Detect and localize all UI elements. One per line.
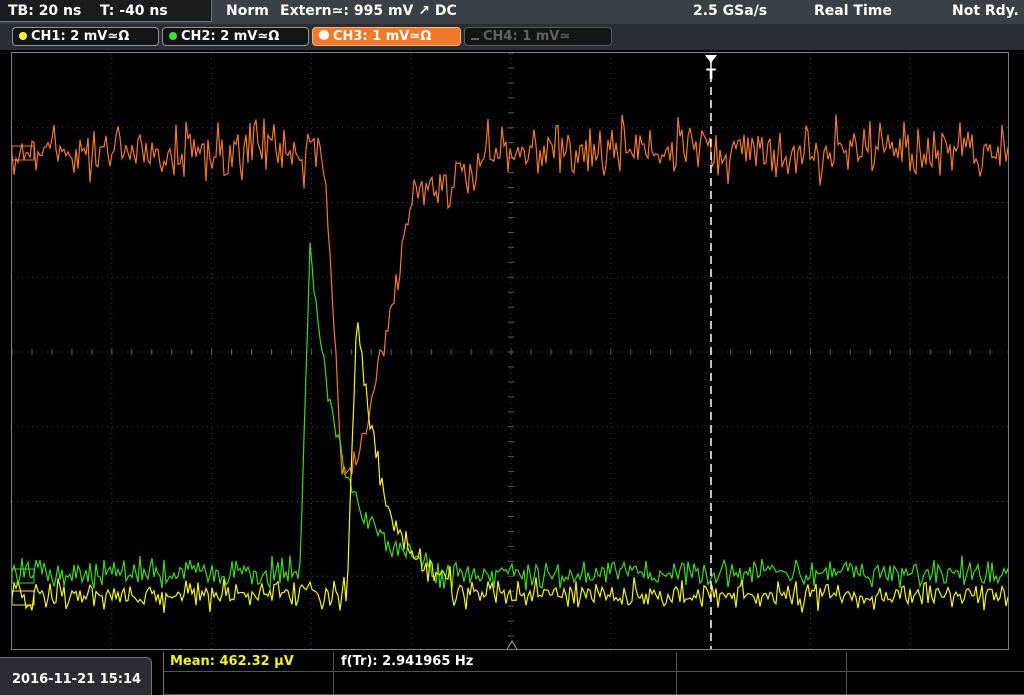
- measurement-cell-empty-4[interactable]: [334, 672, 677, 695]
- ch1-waveform: [12, 322, 1008, 613]
- channel-tab-ch2[interactable]: CH2: 2 mV≃Ω: [162, 27, 309, 46]
- measurement-cell-mean[interactable]: Mean: 462.32 µV: [164, 652, 334, 672]
- acquisition-mode-label[interactable]: Real Time: [814, 3, 892, 19]
- ch1-label: CH1: 2 mV≃Ω: [31, 29, 130, 44]
- ch2-label: CH2: 2 mV≃Ω: [181, 29, 280, 44]
- sample-rate-label[interactable]: 2.5 GSa/s: [693, 3, 767, 19]
- ch4-label: CH4: 1 mV≃: [483, 29, 571, 44]
- channel-tab-ch4[interactable]: CH4: 1 mV≃: [464, 27, 612, 46]
- channel-tab-ch3[interactable]: CH3: 1 mV≃Ω: [312, 27, 461, 46]
- channel-tab-ch1[interactable]: CH1: 2 mV≃Ω: [12, 27, 159, 46]
- datetime-box: 2016-11-21 15:14: [0, 657, 152, 695]
- ch2-indicator-icon: [169, 32, 177, 40]
- timebase-label[interactable]: TB: 20 ns: [8, 3, 81, 19]
- center-marker-icon: [506, 640, 518, 649]
- graticule: [12, 53, 1008, 649]
- ch3-label: CH3: 1 mV≃Ω: [333, 29, 432, 44]
- ch1-offset-marker[interactable]: [12, 590, 35, 606]
- trigger-position-icon[interactable]: [705, 55, 717, 63]
- datetime-label: 2016-11-21 15:14: [12, 672, 142, 687]
- measurement-cell-freq[interactable]: f(Tr): 2.941965 Hz: [334, 652, 677, 672]
- acquisition-status-label: Not Rdy.: [952, 3, 1019, 19]
- status-bar: TB: 20 ns T: -40 ns Norm Extern≃: 995 mV…: [0, 0, 1024, 24]
- waveform-display[interactable]: T: [11, 52, 1009, 650]
- trigger-source-label[interactable]: Extern≃: 995 mV ↗ DC: [280, 3, 457, 19]
- measurement-freq: f(Tr): 2.941965 Hz: [341, 654, 474, 669]
- ch3-indicator-icon: [319, 30, 329, 40]
- measurement-cell-empty-1[interactable]: [677, 652, 847, 672]
- trigger-time-label[interactable]: T: -40 ns: [100, 3, 168, 19]
- trigger-mode-label[interactable]: Norm: [226, 3, 269, 19]
- measurement-panel[interactable]: Mean: 462.32 µV f(Tr): 2.941965 Hz: [163, 652, 1024, 695]
- measurement-mean: Mean: 462.32 µV: [170, 654, 294, 669]
- ch1-indicator-icon: [19, 32, 27, 40]
- waveform-svg: T: [12, 53, 1008, 649]
- measurement-cell-empty-2[interactable]: [847, 652, 1024, 672]
- measurement-cell-empty-3[interactable]: [164, 672, 334, 695]
- channel-bar: CH1: 2 mV≃Ω CH2: 2 mV≃Ω CH3: 1 mV≃Ω CH4:…: [0, 24, 1024, 50]
- measurement-cell-empty-6[interactable]: [847, 672, 1024, 695]
- ch4-indicator-icon: [471, 38, 479, 40]
- trigger-marker-label: T: [706, 67, 716, 83]
- measurement-cell-empty-5[interactable]: [677, 672, 847, 695]
